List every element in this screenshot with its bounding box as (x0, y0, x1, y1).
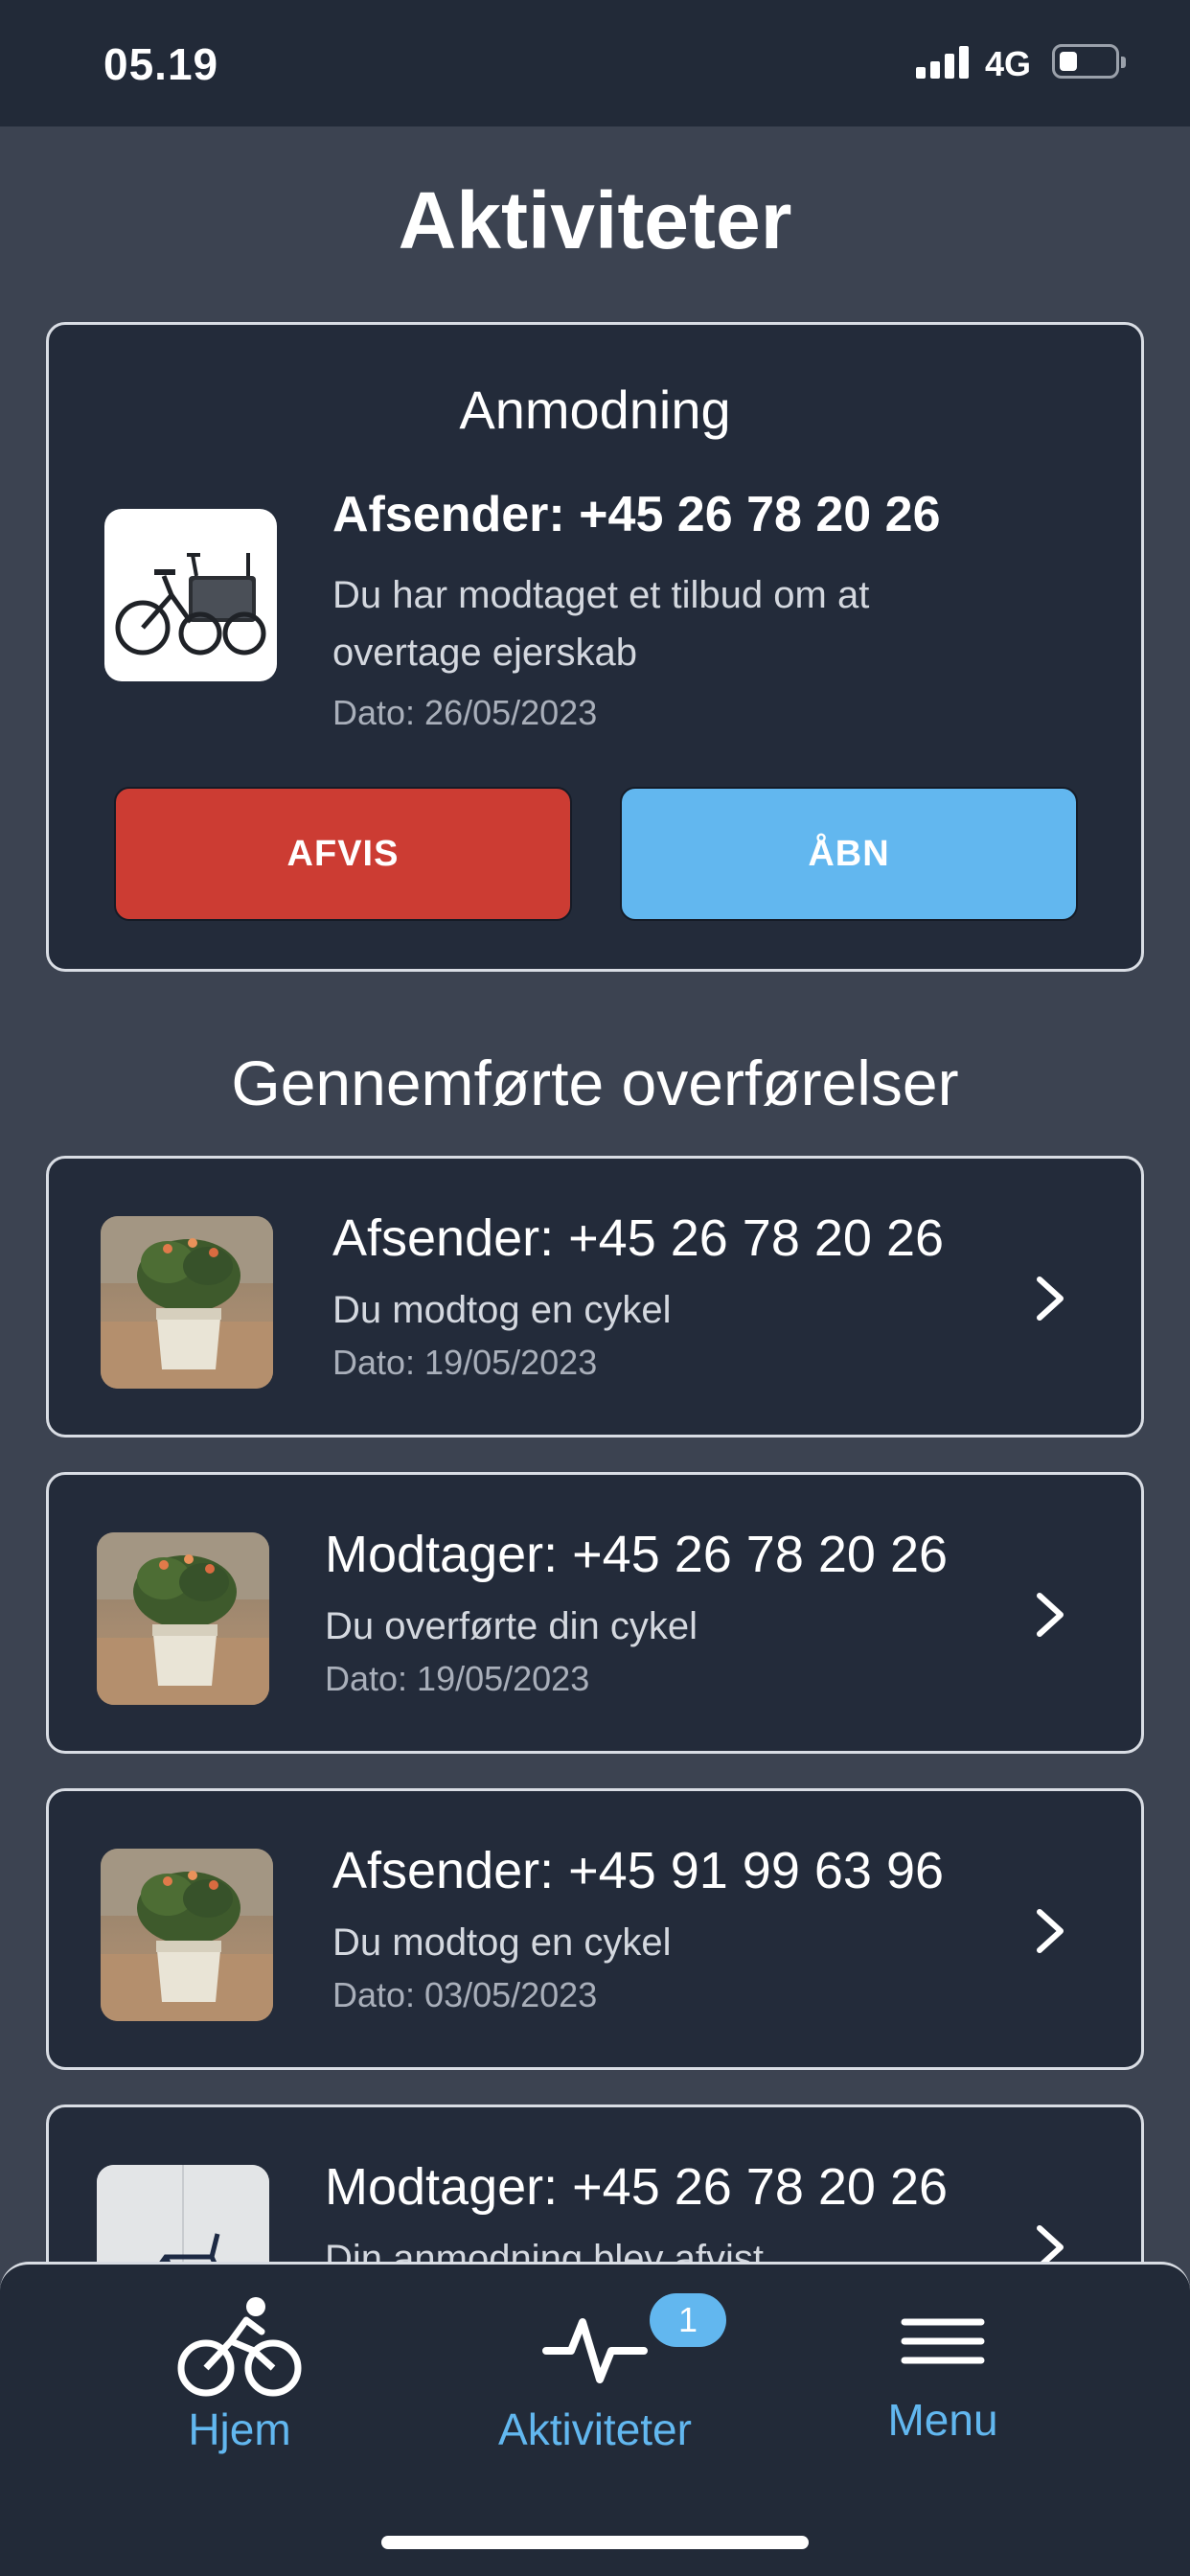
transfer-date: Dato: 19/05/2023 (332, 1343, 598, 1382)
activity-pulse-icon (542, 2318, 648, 2383)
chevron-right-icon (1037, 1276, 1064, 1321)
plant-thumbnail (101, 1849, 273, 2021)
plant-photo-icon (101, 1849, 273, 2021)
tab-bar: Hjem Aktiviteter 1 Menu (0, 2262, 1190, 2576)
request-description: Du har modtaget et tilbud om at overtage… (332, 574, 870, 674)
bicycle-icon (177, 2297, 302, 2397)
tab-menu[interactable]: Menu (847, 2293, 1039, 2446)
transfer-card[interactable]: Afsender: +45 26 78 20 26 Du modtog en c… (46, 1156, 1144, 1438)
transfer-description: Du overførte din cykel (325, 1605, 698, 1647)
plant-photo-icon (101, 1216, 273, 1389)
transfer-date: Dato: 03/05/2023 (332, 1975, 598, 2014)
network-label: 4G (985, 44, 1032, 83)
completed-transfers-heading: Gennemførte overførelser (231, 1047, 959, 1118)
open-button[interactable]: ÅBN (620, 787, 1078, 921)
transfer-title: Modtager: +45 26 78 20 26 (325, 2158, 949, 2216)
transfer-card[interactable]: Modtager: +45 26 78 20 26 Du overførte d… (46, 1472, 1144, 1754)
request-card: Anmodning Afsender: +45 26 78 20 26 Du h… (46, 322, 1144, 972)
transfer-description: Du modtog en cykel (332, 1921, 672, 1964)
status-time: 05.19 (103, 39, 219, 89)
notification-badge: 1 (650, 2293, 726, 2347)
hamburger-menu-icon (901, 2318, 985, 2364)
transfer-title: Afsender: +45 91 99 63 96 (332, 1842, 945, 1899)
status-bar: 05.19 4G (0, 0, 1190, 126)
plant-thumbnail (97, 1532, 269, 1705)
home-indicator[interactable] (381, 2536, 809, 2549)
request-sender: Afsender: +45 26 78 20 26 (332, 487, 941, 542)
plant-photo-icon (97, 1532, 269, 1705)
transfer-description: Du modtog en cykel (332, 1289, 672, 1331)
tab-home-label: Hjem (188, 2404, 291, 2454)
transfer-card[interactable]: Afsender: +45 91 99 63 96 Du modtog en c… (46, 1788, 1144, 2070)
tab-home[interactable]: Hjem (144, 2293, 335, 2455)
cargo-bike-icon (115, 553, 266, 656)
reject-button[interactable]: AFVIS (114, 787, 572, 921)
request-date: Dato: 26/05/2023 (332, 693, 598, 732)
tab-menu-label: Menu (887, 2395, 998, 2445)
plant-thumbnail (101, 1216, 273, 1389)
page-title: Aktiviteter (398, 175, 792, 265)
battery-icon (1052, 44, 1126, 79)
request-heading: Anmodning (459, 380, 731, 440)
signal-icon (916, 46, 970, 79)
transfer-title: Modtager: +45 26 78 20 26 (325, 1526, 949, 1583)
transfer-title: Afsender: +45 26 78 20 26 (332, 1209, 945, 1267)
chevron-right-icon (1037, 1593, 1064, 1637)
activities-screen: 05.19 4G Aktiviteter Anmodning Afsender:… (0, 0, 1190, 2576)
tab-activities-label: Aktiviteter (498, 2404, 692, 2454)
transfer-date: Dato: 19/05/2023 (325, 1659, 590, 1698)
cargo-bike-thumbnail (104, 509, 277, 681)
chevron-right-icon (1037, 1909, 1064, 1953)
